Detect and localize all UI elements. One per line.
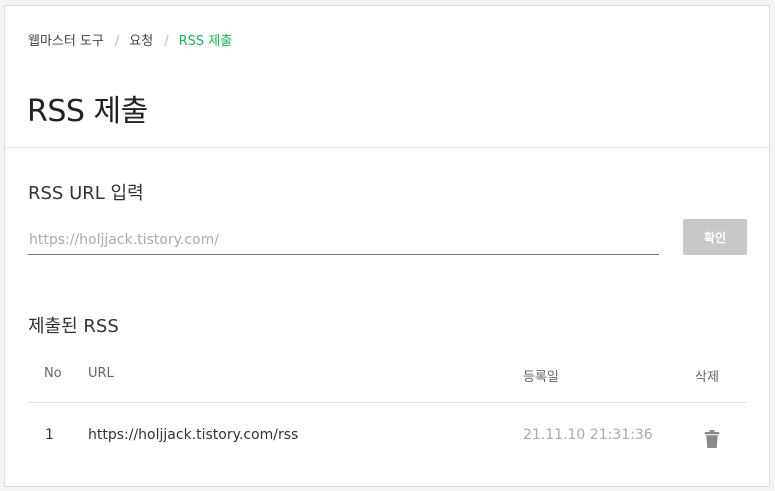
rss-url-input[interactable] bbox=[28, 225, 659, 255]
url-section-title: RSS URL 입력 bbox=[28, 183, 144, 204]
page-header: 웹마스터 도구 / 요청 / RSS 제출 RSS 제출 bbox=[5, 6, 769, 148]
confirm-button[interactable]: 확인 bbox=[683, 219, 747, 255]
breadcrumb: 웹마스터 도구 / 요청 / RSS 제출 bbox=[28, 30, 232, 49]
submitted-section-title: 제출된 RSS bbox=[28, 316, 119, 337]
breadcrumb-separator: / bbox=[114, 34, 120, 49]
column-header-no: No bbox=[44, 366, 62, 381]
breadcrumb-separator: / bbox=[164, 34, 169, 49]
trash-icon[interactable] bbox=[705, 430, 719, 448]
column-header-url: URL bbox=[88, 366, 114, 381]
column-header-delete: 삭제 bbox=[695, 370, 719, 385]
breadcrumb-item-rss-submit: RSS 제출 bbox=[178, 34, 233, 49]
table-row: 1 https://holjjack.tistory.com/rss 21.11… bbox=[28, 403, 747, 473]
breadcrumb-item-request[interactable]: 요청 bbox=[129, 30, 153, 49]
row-date: 21.11.10 21:31:36 bbox=[523, 427, 653, 443]
page-title: RSS 제출 bbox=[27, 94, 148, 129]
breadcrumb-item-webmaster-tools[interactable]: 웹마스터 도구 bbox=[28, 30, 104, 49]
rss-panel: 웹마스터 도구 / 요청 / RSS 제출 RSS 제출 RSS URL 입력 확인 제… bbox=[4, 5, 770, 487]
row-url: https://holjjack.tistory.com/rss bbox=[88, 427, 299, 443]
row-number: 1 bbox=[45, 427, 54, 443]
column-header-date: 등록일 bbox=[523, 370, 559, 385]
